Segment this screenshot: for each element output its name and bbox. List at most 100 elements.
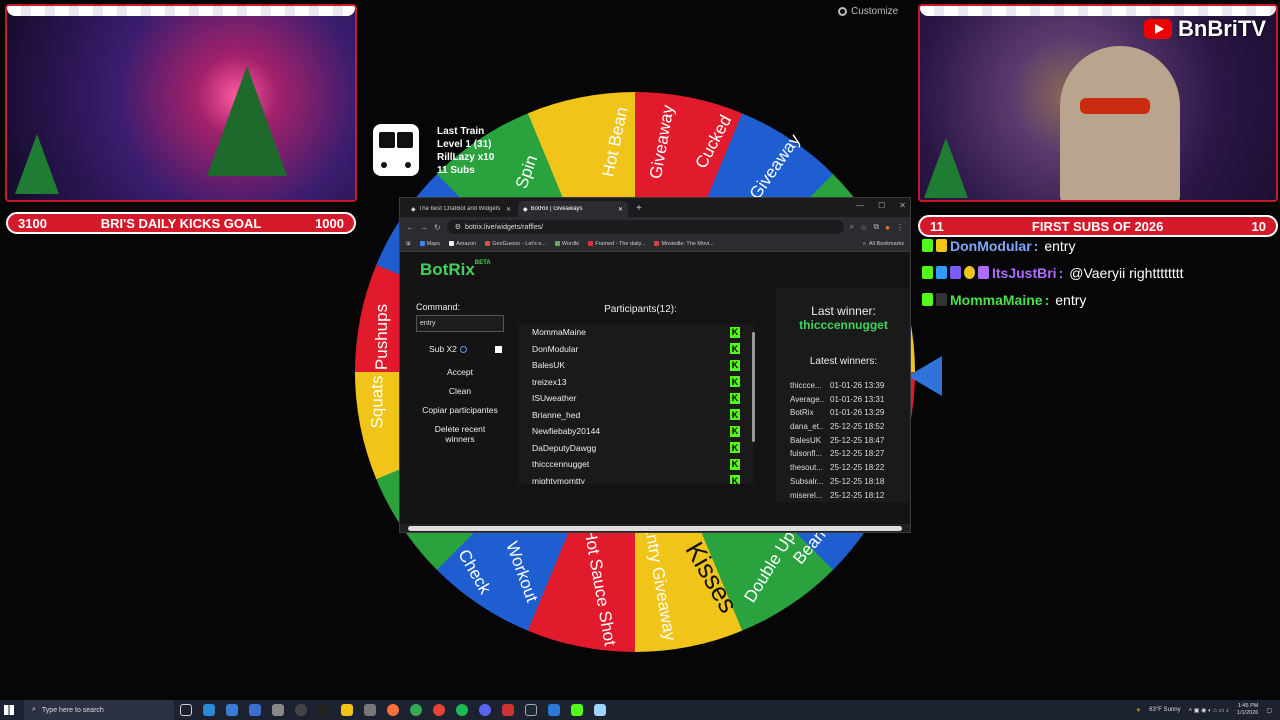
reload-icon[interactable]: ↻ <box>434 223 441 232</box>
kick-icon: K <box>730 359 740 371</box>
apps-icon[interactable]: ⊞ <box>406 241 411 247</box>
search-placeholder: Type here to search <box>41 706 104 714</box>
extensions-icon[interactable]: ⧉ <box>873 222 879 232</box>
kicks-goal-bar: 3100 BRI'S DAILY KICKS GOAL 1000 <box>6 212 356 234</box>
sub-badge-icon <box>936 239 947 252</box>
close-icon[interactable]: ✕ <box>506 206 511 213</box>
delete-recent-winners-button[interactable]: Delete recent winners <box>416 424 504 444</box>
streamer <box>1060 46 1180 200</box>
kick-icon: K <box>730 392 740 404</box>
participants-scrollbar[interactable] <box>752 324 755 484</box>
edge-icon[interactable] <box>202 704 215 716</box>
last-winner-label: Last winner: <box>811 304 876 318</box>
tray-icons[interactable]: ˄ ▣ ◉ ◐ ⌂ ▭ ♪ <box>1189 707 1229 714</box>
zoom-icon[interactable]: ⌕ <box>850 222 854 232</box>
bookmark[interactable]: GeoGuessr - Let's e... <box>485 241 546 247</box>
spotify-icon[interactable] <box>455 704 468 716</box>
list-item: Average... 01-01-26 13:31 <box>790 394 885 404</box>
stream-overlay: Hot Bean Giveaway Cucked Giveaway Spin K… <box>0 0 1280 700</box>
christmas-tree-icon <box>15 134 59 194</box>
capcut-icon[interactable] <box>317 704 330 716</box>
app-icon[interactable] <box>271 704 284 716</box>
list-item: treizex13 K <box>532 376 740 388</box>
clean-button[interactable]: Clean <box>416 386 504 396</box>
participants-title: Participants(12): <box>604 304 677 315</box>
list-item: Newfiebaby20144 K <box>532 425 740 437</box>
horizontal-scrollbar[interactable] <box>408 526 902 531</box>
channel-brand: BnBriTV <box>1144 16 1266 42</box>
bookmark[interactable]: Moviedle: The Movi... <box>654 241 714 247</box>
bookmark[interactable]: Framed - The daily... <box>588 241 645 247</box>
weather-icon: ☀ <box>1135 707 1142 714</box>
mail-icon[interactable] <box>225 704 238 716</box>
command-input[interactable] <box>416 315 504 332</box>
list-item: MommaMaine K <box>532 326 740 338</box>
kick-icon: K <box>730 475 740 484</box>
tab-giveaways[interactable]: ◆ BotRix | Giveaways ✕ <box>518 201 628 217</box>
start-button[interactable] <box>0 700 18 720</box>
weather-text[interactable]: 63°F Sunny <box>1149 707 1180 713</box>
chrome-icon[interactable] <box>409 704 422 716</box>
settings-icon[interactable] <box>363 704 376 716</box>
explorer-icon[interactable] <box>340 704 353 716</box>
goal-target: 1000 <box>315 215 344 231</box>
accept-button[interactable]: Accept <box>416 367 504 377</box>
notepad-icon[interactable] <box>593 704 606 716</box>
files-icon[interactable] <box>248 704 261 716</box>
clock[interactable]: 1:45 PM 1/1/2026 <box>1237 703 1258 717</box>
sub-x2-checkbox[interactable] <box>495 345 502 353</box>
bookmark[interactable]: Amazon <box>449 241 476 247</box>
task-view-icon[interactable] <box>179 704 192 716</box>
new-tab-button[interactable]: + <box>630 203 648 217</box>
winners-list[interactable]: thiccce... 01-01-26 13:39 Average... 01-01… <box>790 381 910 501</box>
wheel-label: Entry Giveaway <box>640 521 680 643</box>
close-icon[interactable]: ✕ <box>618 206 623 213</box>
chat-overlay: DonModular : entry ItsJustBri : @Vaeryii… <box>922 232 1278 313</box>
back-icon[interactable]: ← <box>406 223 414 232</box>
close-window-icon[interactable]: ✕ <box>899 201 906 210</box>
customize-button[interactable]: Customize <box>838 6 898 17</box>
notification-icon[interactable]: ▢ <box>1266 707 1272 714</box>
obs-icon[interactable] <box>294 704 307 716</box>
tab-bar: ◆ The best ChatBot and Widgets ✕ ◆ BotRi… <box>400 198 910 217</box>
kick-app-icon[interactable] <box>570 704 583 716</box>
calendar-icon[interactable] <box>501 704 514 716</box>
maximize-icon[interactable]: ☐ <box>878 201 885 210</box>
sub-x2-label: Sub X2 <box>429 344 457 354</box>
menu-icon[interactable]: ⋮ <box>896 223 904 232</box>
discord-icon[interactable] <box>478 704 491 716</box>
list-item: DonModular K <box>532 343 740 355</box>
kick-icon: K <box>730 326 740 338</box>
address-bar[interactable]: ⚙ botrix.live/widgets/raffles/ <box>446 220 844 234</box>
tab-chatbot[interactable]: ◆ The best ChatBot and Widgets ✕ <box>406 201 516 217</box>
media-icon[interactable] <box>547 704 560 716</box>
minimize-icon[interactable]: — <box>856 201 864 210</box>
sunglasses <box>1080 98 1150 114</box>
snow-border <box>920 6 1276 16</box>
taskbar-search[interactable]: ⌕ Type here to search <box>24 700 174 720</box>
goal-title: BRI'S DAILY KICKS GOAL <box>100 215 262 231</box>
chrome-active-icon[interactable] <box>432 704 445 716</box>
train-subs: 11 Subs <box>437 165 475 176</box>
coin-badge-icon <box>964 266 975 279</box>
participants-list[interactable]: MommaMaine K DonModular K BalesUK K treizex… <box>518 324 754 484</box>
copy-participants-button[interactable]: Copiar participantes <box>416 405 504 415</box>
list-item: mightymomtty K <box>518 473 754 484</box>
kick-icon: K <box>730 425 740 437</box>
chat-text: @Vaeryii rightttttttt <box>1069 264 1184 281</box>
forward-icon[interactable]: → <box>420 223 428 232</box>
bookmark[interactable]: Wordle <box>554 241 579 247</box>
all-bookmarks[interactable]: » All Bookmarks <box>863 241 904 247</box>
profile-icon[interactable]: ● <box>885 223 890 232</box>
system-tray: ☀ 63°F Sunny ˄ ▣ ◉ ◐ ⌂ ▭ ♪ 1:45 PM 1/1/2… <box>1136 700 1280 720</box>
bookmark[interactable]: Maps <box>419 241 440 247</box>
steam-icon[interactable] <box>524 704 537 716</box>
kick-icon: K <box>730 458 740 470</box>
chat-separator: : <box>1044 291 1050 308</box>
firefox-icon[interactable] <box>386 704 399 716</box>
info-icon[interactable] <box>459 346 467 354</box>
kick-icon: K <box>730 343 740 355</box>
browser-window: ◆ The best ChatBot and Widgets ✕ ◆ BotRi… <box>399 197 911 533</box>
star-icon[interactable]: ☆ <box>860 223 867 232</box>
site-info-icon[interactable]: ⚙ <box>455 223 461 231</box>
